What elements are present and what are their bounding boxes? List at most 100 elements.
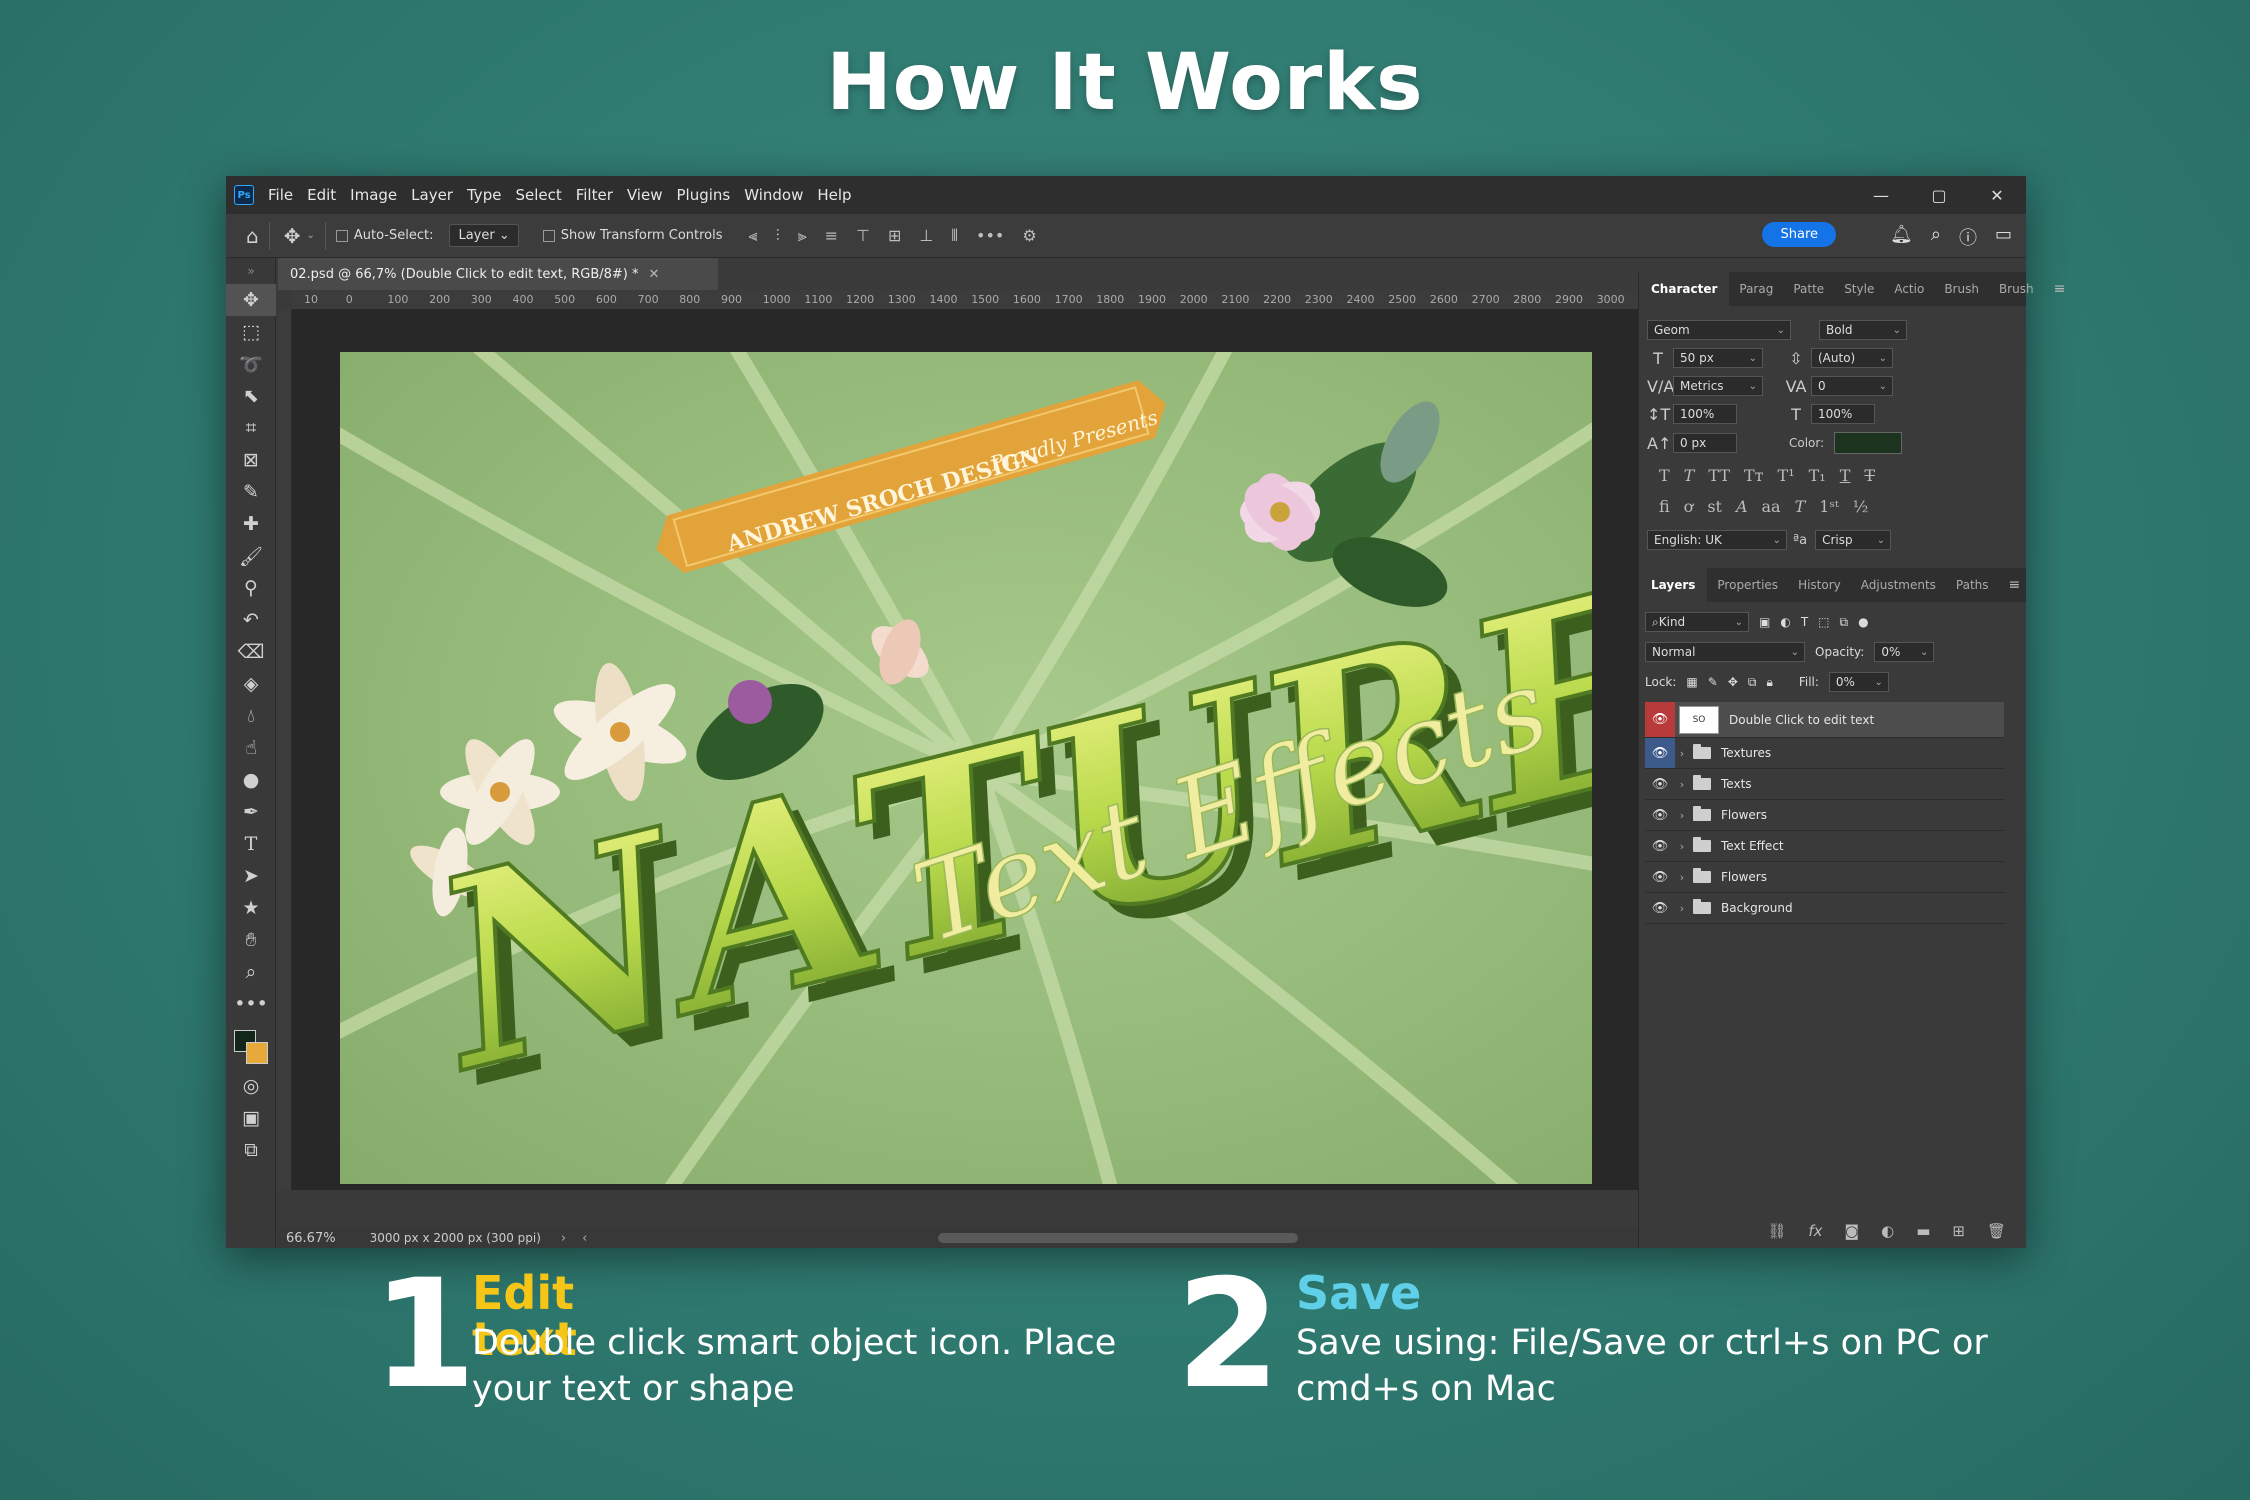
blur-tool-icon[interactable]: 💧︎ [226,700,276,732]
font-size-field[interactable]: 50 px ⌄ [1673,348,1763,368]
align-left-icon[interactable]: ⫷ [749,226,758,246]
menu-layer[interactable]: Layer [411,186,453,204]
expand-chevron-icon[interactable]: › [1675,778,1689,791]
layer-row[interactable]: 👁︎ › Textures [1645,738,2004,769]
swash-icon[interactable]: A [1736,497,1748,516]
share-button[interactable]: Share [1762,222,1836,247]
tab-adjustments[interactable]: Adjustments [1851,578,1946,592]
stylistic-alternates-icon[interactable]: aa [1762,497,1781,516]
lock-position-icon[interactable]: ✥ [1728,675,1738,689]
fx-icon[interactable]: fx [1808,1222,1822,1240]
tab-layers[interactable]: Layers [1639,568,1708,602]
bell-icon[interactable]: 🔔︎ [1890,224,1913,250]
layer-row[interactable]: 👁︎ › Text Effect [1645,831,2004,862]
filter-smart-object-icon[interactable]: ⧉ [1840,615,1849,630]
ordinals-icon[interactable]: 1ˢᵗ [1819,497,1839,516]
document-tab[interactable]: 02.psd @ 66,7% (Double Click to edit tex… [278,258,718,290]
canvas-area[interactable]: ANDREW SROCH DESIGN Proudly Presents NAT… [292,310,1852,1190]
type-tool-icon[interactable]: T [226,828,276,860]
subscript-icon[interactable]: T₁ [1809,466,1826,485]
lasso-tool-icon[interactable]: ➰ [226,348,276,380]
more-options-icon[interactable]: ••• [976,226,1004,246]
small-caps-icon[interactable]: Tᴛ [1744,466,1764,485]
font-family-select[interactable]: Geom ⌄ [1647,320,1791,340]
artboard-icon[interactable]: ⧉ [226,1134,276,1166]
opacity-field[interactable]: 0% ⌄ [1874,642,1935,662]
quick-mask-icon[interactable]: ◎ [226,1070,276,1102]
eyedropper-tool-icon[interactable]: ✎ [226,476,276,508]
tab-properties[interactable]: Properties [1707,578,1788,592]
eye-icon[interactable]: 👁︎ [1645,702,1675,737]
help-icon[interactable]: ⓘ [1959,224,1977,250]
filter-type-icon[interactable]: T [1801,615,1808,629]
adjustment-layer-icon[interactable]: ◐ [1881,1222,1894,1240]
menu-edit[interactable]: Edit [307,186,336,204]
maximize-button[interactable]: ▢ [1910,176,1968,214]
move-tool-icon[interactable]: ✥ [284,224,301,248]
chevron-down-icon[interactable]: ⌄ [306,230,314,241]
discretionary-ligatures-icon[interactable]: st [1707,497,1722,516]
search-icon[interactable]: ⌕ [1931,224,1941,250]
tab-paths[interactable]: Paths [1946,578,1999,592]
language-select[interactable]: English: UK ⌄ [1647,530,1787,550]
collapse-icon[interactable]: » [226,258,276,284]
marquee-tool-icon[interactable]: ⬚ [226,316,276,348]
tab-brushes[interactable]: Brush [1934,282,1989,296]
brush-tool-icon[interactable]: 🖌︎ [226,540,276,572]
font-style-select[interactable]: Bold ⌄ [1819,320,1907,340]
menu-type[interactable]: Type [467,186,501,204]
add-mask-icon[interactable]: ◙ [1845,1222,1860,1240]
menu-image[interactable]: Image [350,186,397,204]
horizontal-scroll-thumb[interactable] [938,1233,1298,1243]
new-group-icon[interactable]: ▬ [1916,1222,1930,1240]
menu-filter[interactable]: Filter [576,186,613,204]
distribute-vertical-icon[interactable]: ⫴ [951,226,958,246]
align-bottom-icon[interactable]: ⊥ [919,226,933,246]
new-layer-icon[interactable]: ⊞ [1952,1222,1965,1240]
frame-tool-icon[interactable]: ⊠ [226,444,276,476]
antialias-select[interactable]: Crisp ⌄ [1815,530,1892,550]
tab-history[interactable]: History [1788,578,1851,592]
all-caps-icon[interactable]: TT [1708,466,1730,485]
minimize-button[interactable]: — [1852,176,1910,214]
kerning-field[interactable]: Metrics ⌄ [1673,376,1763,396]
fill-field[interactable]: 0% ⌄ [1828,672,1889,692]
lock-all-icon[interactable]: 🔒︎ [1766,675,1772,690]
eraser-tool-icon[interactable]: ⌫ [226,636,276,668]
trash-icon[interactable]: 🗑︎ [1987,1222,2006,1240]
underline-icon[interactable]: T [1840,466,1851,485]
panel-menu-icon[interactable]: ≡ [2044,281,2076,297]
expand-chevron-icon[interactable]: › [1675,747,1689,760]
panel-menu-icon[interactable]: ≡ [1999,577,2031,593]
tab-patterns[interactable]: Patte [1783,282,1834,296]
chevron-right-icon[interactable]: › [561,1231,566,1246]
strikethrough-icon[interactable]: T [1864,466,1875,485]
pen-tool-icon[interactable]: ✒ [226,796,276,828]
align-top-icon[interactable]: ⊤ [856,226,870,246]
crop-tool-icon[interactable]: ⌗ [226,412,276,444]
color-swatches[interactable] [226,1020,275,1070]
old-style-icon[interactable]: ơ [1684,497,1694,516]
align-middle-icon[interactable]: ⊞ [888,226,901,246]
layer-row[interactable]: 👁︎ › Flowers [1645,862,2004,893]
eye-icon[interactable]: 👁︎ [1645,738,1675,768]
hand-tool-icon[interactable]: ✋︎ [226,924,276,956]
faux-bold-icon[interactable]: T [1659,466,1670,485]
text-color-swatch[interactable] [1834,432,1903,454]
expand-chevron-icon[interactable]: › [1675,809,1689,822]
layer-row[interactable]: 👁︎ › Texts [1645,769,2004,800]
fractions-icon[interactable]: ½ [1853,497,1869,516]
tab-character[interactable]: Character [1639,272,1730,306]
blend-mode-select[interactable]: Normal ⌄ [1645,642,1805,662]
tab-actions[interactable]: Actio [1884,282,1934,296]
ligatures-icon[interactable]: fi [1659,497,1670,516]
close-window-button[interactable]: ✕ [1968,176,2026,214]
align-center-icon[interactable]: ⫶ [776,226,780,246]
artwork-canvas[interactable]: ANDREW SROCH DESIGN Proudly Presents NAT… [340,352,1592,1184]
layer-row[interactable]: 👁︎ › Background [1645,893,2004,924]
move-tool-icon[interactable]: ✥ [226,284,276,316]
align-right-icon[interactable]: ⫸ [798,226,807,246]
smudge-tool-icon[interactable]: ☝︎ [226,732,276,764]
menu-view[interactable]: View [627,186,663,204]
lock-pixels-icon[interactable]: ✎ [1708,675,1718,689]
